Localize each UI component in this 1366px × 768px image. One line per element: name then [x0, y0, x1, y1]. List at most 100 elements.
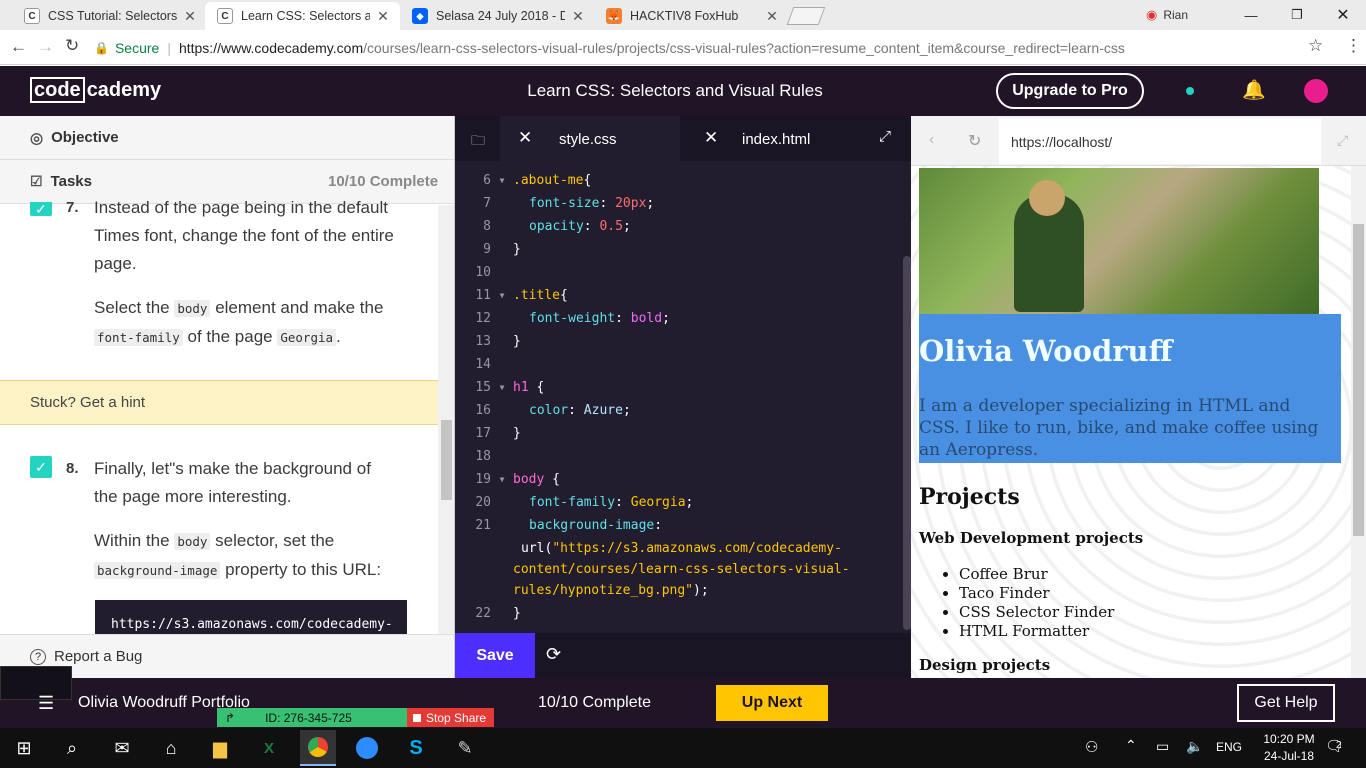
bell-icon[interactable]: 🔔 — [1242, 78, 1266, 102]
volume-icon[interactable]: 🔈 — [1186, 738, 1203, 755]
task-text-line: Times font, change the font of the entir… — [94, 226, 394, 245]
code-line[interactable]: 15 ▼ h1 { — [455, 376, 544, 399]
avatar[interactable] — [1304, 79, 1328, 103]
code-line[interactable]: 17} — [455, 422, 520, 445]
code-token: } — [513, 606, 521, 621]
code-line[interactable]: 21 background-image: — [455, 514, 670, 537]
people-icon[interactable]: ⚇ — [1085, 738, 1098, 756]
upgrade-to-pro-button[interactable]: Upgrade to Pro — [996, 73, 1144, 109]
skype-icon[interactable]: S — [398, 730, 434, 766]
expand-icon[interactable]: ⤢ — [879, 128, 891, 145]
objective-header[interactable]: ◎ Objective — [0, 116, 454, 160]
reload-icon[interactable]: ↻ — [65, 36, 79, 56]
fold-arrow-icon[interactable]: ▼ — [491, 291, 513, 300]
code-line[interactable]: 8 opacity: 0.5; — [455, 215, 631, 238]
user-profile-icon[interactable]: ◉ — [1146, 7, 1157, 23]
zoom-icon[interactable] — [349, 730, 385, 766]
code-line-wrap[interactable]: url("https://s3.amazonaws.com/codecademy… — [521, 537, 842, 560]
code-line[interactable]: 14 — [455, 353, 513, 376]
home-icon[interactable]: ⌂ — [153, 730, 189, 766]
close-tab-icon[interactable]: ✕ — [765, 8, 779, 25]
language-indicator[interactable]: ENG — [1216, 740, 1242, 754]
code-line[interactable]: 11 ▼ .title{ — [455, 284, 567, 307]
preview-expand-icon[interactable]: ⤢ — [1337, 132, 1348, 149]
line-number: 15 — [475, 380, 491, 395]
task-checkbox[interactable]: ✓ — [30, 456, 52, 478]
editor-scrollbar[interactable] — [903, 256, 911, 630]
back-icon[interactable]: ← — [10, 37, 27, 57]
mail-icon[interactable]: ✉ — [104, 730, 140, 766]
tab-style-css[interactable]: ✕ style.css — [500, 116, 680, 161]
reset-icon[interactable]: ⟳ — [546, 644, 561, 665]
code-line[interactable]: 7 font-size: 20px; — [455, 192, 654, 215]
codecademy-logo[interactable]: code cademy — [30, 77, 161, 103]
preview-back-icon[interactable]: ‹ — [929, 131, 934, 149]
task-checkbox[interactable]: ✓ — [30, 201, 52, 217]
close-file-icon[interactable]: ✕ — [704, 128, 718, 148]
folder-icon[interactable]: 🗀 — [471, 130, 485, 154]
fold-arrow-icon[interactable]: ▼ — [491, 176, 513, 185]
code-area[interactable]: 6 ▼ .about-me{7 font-size: 20px; 8 opacity: 0… — [455, 169, 902, 633]
list-item: Taco Finder — [959, 584, 1114, 603]
code-line[interactable]: 13} — [455, 330, 520, 353]
get-help-button[interactable]: Get Help — [1237, 684, 1335, 722]
up-next-button[interactable]: Up Next — [716, 685, 828, 721]
browser-tab-active[interactable]: C Learn CSS: Selectors and ✕ — [205, 2, 400, 30]
preview-page: Olivia Woodruff I am a developer special… — [911, 166, 1351, 678]
preview-scrollbar-track[interactable] — [1351, 166, 1366, 678]
close-tab-icon[interactable]: ✕ — [571, 8, 585, 25]
search-icon[interactable]: ⌕ — [54, 730, 90, 766]
code-line[interactable]: 22} — [455, 602, 521, 625]
restore-icon[interactable]: ❐ — [1274, 7, 1320, 23]
browser-tab[interactable]: 🦊 HACKTIV8 FoxHub ✕ — [594, 2, 789, 30]
battery-icon[interactable]: ▭ — [1156, 738, 1169, 755]
task-text: Within the — [94, 531, 170, 550]
design-projects-heading: Design projects — [919, 656, 1051, 674]
windows-start-icon[interactable]: ⊞ — [6, 730, 42, 766]
close-tab-icon[interactable]: ✕ — [376, 8, 390, 25]
url-bar[interactable]: 🔒 Secure | https://www.codecademy.com /c… — [92, 35, 1332, 60]
file-explorer-icon[interactable]: ▆ — [202, 730, 238, 766]
save-button[interactable]: Save — [455, 633, 535, 678]
forward-icon[interactable]: → — [37, 37, 54, 57]
code-line-wrap[interactable]: rules/hypnotize_bg.png"); — [513, 579, 709, 602]
menu-icon[interactable]: ☰ — [38, 694, 54, 712]
fold-arrow-icon[interactable]: ▼ — [491, 383, 513, 392]
new-tab-button[interactable] — [786, 7, 826, 25]
stop-share-button[interactable]: Stop Share — [407, 708, 494, 727]
code-line[interactable]: 6 ▼ .about-me{ — [455, 169, 591, 192]
clock-date[interactable]: 24-Jul-18 — [1262, 749, 1316, 763]
task-text: element and make the — [215, 298, 384, 317]
code-line[interactable]: 16 color: Azure; — [455, 399, 630, 422]
code-line[interactable]: 12 font-weight: bold; — [455, 307, 670, 330]
preview-url-input[interactable]: https://localhost/ — [999, 118, 1321, 164]
browser-tab[interactable]: ◆ Selasa 24 July 2018 - Dro ✕ — [400, 2, 595, 30]
minimize-icon[interactable]: — — [1228, 8, 1274, 23]
chrome-icon[interactable] — [300, 730, 336, 766]
preview-refresh-icon[interactable]: ↻ — [968, 131, 981, 151]
tray-chevron-icon[interactable]: ⌃ — [1125, 737, 1137, 754]
close-tab-icon[interactable]: ✕ — [183, 8, 197, 25]
code-line[interactable]: 9} — [455, 238, 521, 261]
about-section: Olivia Woodruff I am a developer special… — [919, 314, 1341, 463]
excel-icon[interactable]: X — [251, 730, 287, 766]
browser-tab[interactable]: C CSS Tutorial: Selectors, C ✕ — [12, 2, 207, 30]
code-token: } — [513, 242, 521, 257]
code-line[interactable]: 10 — [455, 261, 513, 284]
get-hint-bar[interactable]: Stuck? Get a hint — [0, 380, 438, 425]
close-window-icon[interactable]: ✕ — [1320, 5, 1366, 25]
user-name[interactable]: Rian — [1163, 8, 1188, 22]
code-line[interactable]: 18 — [455, 445, 513, 468]
fold-arrow-icon[interactable]: ▼ — [491, 475, 513, 484]
paint-icon[interactable]: ✎ — [447, 730, 483, 766]
code-line-wrap[interactable]: content/courses/learn-css-selectors-visu… — [513, 558, 850, 581]
preview-scrollbar-thumb[interactable] — [1353, 224, 1364, 536]
code-line[interactable]: 20 font-family: Georgia; — [455, 491, 693, 514]
browser-menu-icon[interactable]: ⋮ — [1345, 36, 1362, 56]
tab-index-html[interactable]: ✕ index.html — [680, 116, 860, 161]
code-line[interactable]: 19 ▼ body { — [455, 468, 560, 491]
instructions-scrollbar-thumb[interactable] — [441, 420, 452, 500]
bookmark-star-icon[interactable]: ☆ — [1308, 36, 1323, 56]
clock-time[interactable]: 10:20 PM — [1262, 732, 1316, 746]
close-file-icon[interactable]: ✕ — [518, 128, 532, 148]
